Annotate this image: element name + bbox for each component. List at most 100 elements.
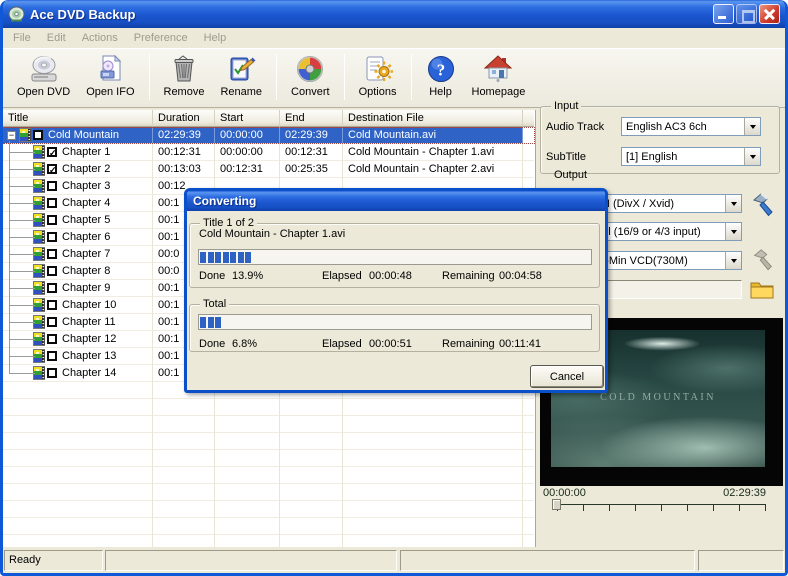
toolbar-homepage-button[interactable]: Homepage <box>464 53 534 99</box>
row-checkbox[interactable] <box>47 198 57 208</box>
column-header-end[interactable]: End <box>280 110 343 127</box>
row-checkbox[interactable]: ✓ <box>47 164 57 174</box>
row-checkbox[interactable] <box>47 300 57 310</box>
output-size-select[interactable]: 74-Min VCD(730M) <box>588 251 742 270</box>
table-row[interactable]: ✓Chapter 100:12:3100:00:0000:12:31Cold M… <box>3 144 535 161</box>
empty-cell <box>153 484 215 501</box>
close-button[interactable] <box>759 4 780 24</box>
chevron-down-icon[interactable] <box>725 223 741 240</box>
empty-cell <box>153 450 215 467</box>
empty-cell <box>523 501 534 518</box>
cancel-button[interactable]: Cancel <box>530 365 604 388</box>
table-row[interactable]: −Cold Mountain02:29:3900:00:0002:29:39Co… <box>3 127 535 144</box>
toolbar-help-button[interactable]: ?Help <box>418 53 464 99</box>
menu-edit[interactable]: Edit <box>39 30 74 46</box>
minimize-button[interactable] <box>713 4 734 24</box>
row-checkbox[interactable] <box>47 266 57 276</box>
row-checkbox[interactable] <box>47 317 57 327</box>
title-bar[interactable]: Ace DVD Backup <box>0 0 788 28</box>
row-checkbox[interactable] <box>47 249 57 259</box>
empty-cell <box>523 535 534 547</box>
elapsed-value: 00:00:48 <box>369 270 412 282</box>
remaining-label: Remaining <box>442 270 495 282</box>
menu-preference[interactable]: Preference <box>126 30 196 46</box>
empty-cell <box>215 501 280 518</box>
menu-actions[interactable]: Actions <box>74 30 126 46</box>
browse-folder-button folder-icon[interactable] <box>750 280 774 299</box>
output-format-select[interactable]: AVI (DivX / Xvid) <box>588 194 742 213</box>
elapsed-label: Elapsed <box>322 338 362 350</box>
timeline-slider-track[interactable] <box>557 504 766 511</box>
chevron-down-icon[interactable] <box>725 252 741 269</box>
empty-cell <box>215 467 280 484</box>
table-row[interactable]: ✓Chapter 200:13:0300:12:3100:25:35Cold M… <box>3 161 535 178</box>
menu-bar: FileEditActionsPreferenceHelp <box>3 28 785 48</box>
subtitle-select[interactable]: [1] English <box>621 147 761 166</box>
audio-track-select[interactable]: English AC3 6ch <box>621 117 761 136</box>
toolbar-convert-button[interactable]: Convert <box>283 53 338 99</box>
done-label: Done <box>199 270 225 282</box>
toolbar-separator <box>344 54 345 100</box>
menu-file[interactable]: File <box>5 30 39 46</box>
column-header-destination-file[interactable]: Destination File <box>343 110 523 127</box>
chevron-down-icon[interactable] <box>744 118 760 135</box>
title-cell: Chapter 5 <box>3 212 153 229</box>
svg-text:?: ? <box>436 61 445 80</box>
done-label: Done <box>199 338 225 350</box>
empty-cell <box>3 467 153 484</box>
title-cell: ✓Chapter 1 <box>3 144 153 161</box>
row-checkbox[interactable]: ✓ <box>47 147 57 157</box>
empty-row <box>3 467 535 484</box>
expand-collapse-toggle[interactable]: − <box>7 131 16 140</box>
toolbar-rename-button[interactable]: Rename <box>212 53 270 99</box>
timeline-tick <box>739 505 740 511</box>
remaining-value: 00:11:41 <box>499 338 541 350</box>
empty-cell <box>280 501 343 518</box>
table-header: TitleDurationStartEndDestination File <box>3 110 535 127</box>
dialog-title-bar[interactable]: Converting <box>187 191 605 211</box>
toolbar-button-label: Options <box>359 86 397 98</box>
row-checkbox[interactable] <box>47 368 57 378</box>
row-checkbox[interactable] <box>47 232 57 242</box>
empty-cell <box>343 535 523 547</box>
empty-cell <box>153 501 215 518</box>
row-title-label: Chapter 10 <box>62 299 116 311</box>
column-header-title[interactable]: Title <box>3 110 153 127</box>
toolbar-options-button[interactable]: Options <box>351 53 405 99</box>
destination-cell: Cold Mountain - Chapter 1.avi <box>343 144 523 161</box>
maximize-button[interactable] <box>736 4 757 24</box>
title-cell: Chapter 11 <box>3 314 153 331</box>
row-checkbox[interactable] <box>47 334 57 344</box>
toolbar-open-dvd-button[interactable]: Open DVD <box>9 53 78 99</box>
output-path-field[interactable]: C:\ <box>588 280 742 299</box>
chevron-down-icon[interactable] <box>725 195 741 212</box>
timeline-end-time: 02:29:39 <box>723 487 766 499</box>
row-checkbox[interactable] <box>47 351 57 361</box>
column-header-start[interactable]: Start <box>215 110 280 127</box>
row-checkbox[interactable] <box>47 181 57 191</box>
output-aspect-select[interactable]: Full (16/9 or 4/3 input) <box>588 222 742 241</box>
timeline-tick <box>583 505 584 511</box>
empty-cell <box>3 382 153 399</box>
format-settings-button hammer-icon[interactable] <box>750 192 776 218</box>
empty-cell <box>3 518 153 535</box>
timeline-start-time: 00:00:00 <box>543 487 586 499</box>
column-header-duration[interactable]: Duration <box>153 110 215 127</box>
dialog-title: Converting <box>193 194 256 208</box>
title-cell: Chapter 12 <box>3 331 153 348</box>
empty-cell <box>215 450 280 467</box>
toolbar-remove-button[interactable]: Remove <box>156 53 213 99</box>
status-panel-ready: Ready <box>4 550 103 571</box>
row-checkbox[interactable] <box>47 215 57 225</box>
menu-help[interactable]: Help <box>196 30 235 46</box>
app-window: Ace DVD Backup FileEditActionsPreference… <box>0 0 788 576</box>
toolbar-open-ifo-button[interactable]: Open IFO <box>78 53 142 99</box>
destination-cell: Cold Mountain.avi <box>343 127 523 144</box>
row-checkbox[interactable] <box>47 283 57 293</box>
total-progress-bar <box>198 314 592 330</box>
title-cell: Chapter 10 <box>3 297 153 314</box>
timeline-slider-thumb[interactable] <box>552 499 561 510</box>
chevron-down-icon[interactable] <box>744 148 760 165</box>
empty-row <box>3 501 535 518</box>
row-checkbox[interactable] <box>33 130 43 140</box>
